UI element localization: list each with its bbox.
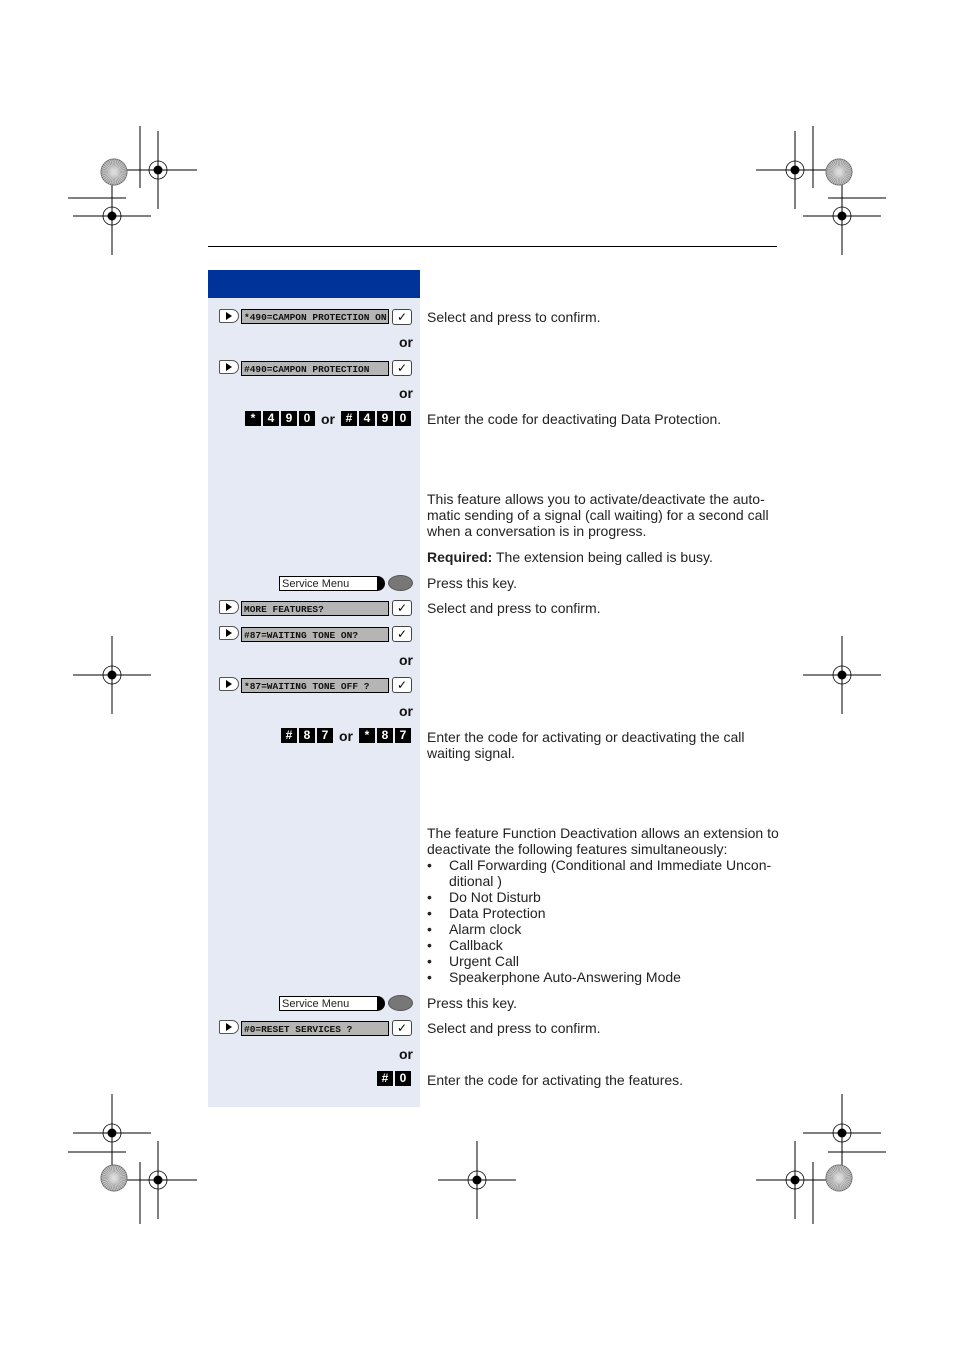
- requirement-text: Required: The extension being called is …: [427, 549, 782, 565]
- service-menu-key[interactable]: [388, 995, 413, 1011]
- feature-description: This feature allows you to activate/deac…: [427, 491, 769, 539]
- confirm-check-icon[interactable]: ✓: [392, 677, 412, 693]
- confirm-check-icon[interactable]: ✓: [392, 600, 412, 616]
- scroll-arrow-icon[interactable]: [219, 1020, 239, 1034]
- target-marks: [73, 131, 881, 1219]
- key-8[interactable]: 8: [377, 728, 393, 743]
- instruction-text: Press this key.: [427, 575, 517, 591]
- key-hash[interactable]: #: [377, 1071, 393, 1086]
- key-hash[interactable]: #: [341, 411, 357, 426]
- key-9[interactable]: 9: [281, 411, 297, 426]
- color-wheel-icon: [100, 158, 128, 186]
- bullet-icon: •: [427, 857, 432, 873]
- feature-list-item-text: Callback: [449, 937, 503, 953]
- feature-list-item-text: Call Forwarding (Conditional and Immedia…: [449, 857, 772, 873]
- registration-crosshair-icon: [803, 1094, 881, 1172]
- service-menu-key-label: Service Menu: [279, 576, 385, 591]
- key-9[interactable]: 9: [377, 411, 393, 426]
- key-0[interactable]: 0: [299, 411, 315, 426]
- feature-description: The feature Function Deactivation allows…: [427, 825, 779, 857]
- bullet-icon: •: [427, 905, 432, 921]
- registration-crosshair-icon: [756, 131, 834, 209]
- or-label: or: [399, 703, 413, 719]
- bullet-icon: •: [427, 969, 432, 985]
- display-option-campon-on[interactable]: *490=CAMPON PROTECTION ON: [241, 309, 389, 324]
- feature-list-item-text: Speakerphone Auto-Answering Mode: [449, 969, 681, 985]
- scroll-arrow-icon[interactable]: [219, 360, 239, 374]
- or-label: or: [339, 728, 353, 744]
- instruction-text: Select and press to confirm.: [427, 1020, 601, 1036]
- instruction-text: Enter the code for deactivating Data Pro…: [427, 411, 722, 427]
- registration-crosshair-icon: [73, 636, 151, 714]
- feature-list-item-text: Data Protection: [449, 905, 546, 921]
- key-star[interactable]: *: [359, 728, 375, 743]
- registration-crosshair-icon: [803, 177, 881, 255]
- or-label: or: [399, 1046, 413, 1062]
- bullet-icon: •: [427, 937, 432, 953]
- registration-crosshair-icon: [119, 131, 197, 209]
- display-option-waiting-tone-on[interactable]: #87=WAITING TONE ON?: [241, 627, 389, 642]
- feature-list-item-text: Alarm clock: [449, 921, 522, 937]
- key-7[interactable]: 7: [317, 728, 333, 743]
- instruction-text: Select and press to confirm.: [427, 600, 601, 616]
- instruction-text: Enter the code for activating the featur…: [427, 1072, 684, 1088]
- registration-crosshair-icon: [73, 1094, 151, 1172]
- required-text: The extension being called is busy.: [492, 549, 713, 565]
- feature-list-item-text: Urgent Call: [449, 953, 520, 969]
- confirm-check-icon[interactable]: ✓: [392, 309, 412, 325]
- registration-crosshair-icon: [73, 177, 151, 255]
- scroll-arrow-icon[interactable]: [219, 309, 239, 323]
- service-menu-key[interactable]: [388, 575, 413, 591]
- header-rule: [208, 246, 777, 247]
- confirm-check-icon[interactable]: ✓: [392, 360, 412, 376]
- display-option-more-features[interactable]: MORE FEATURES?: [241, 601, 389, 616]
- scroll-arrow-icon[interactable]: [219, 626, 239, 640]
- key-star[interactable]: *: [245, 411, 261, 426]
- or-label: or: [399, 385, 413, 401]
- registration-crosshair-icon: [756, 1141, 834, 1219]
- display-option-reset-services[interactable]: #0=RESET SERVICES ?: [241, 1021, 389, 1036]
- required-label: Required:: [427, 549, 493, 565]
- or-label: or: [399, 334, 413, 350]
- color-wheel-icon: [825, 1164, 853, 1192]
- confirm-check-icon[interactable]: ✓: [392, 1020, 412, 1036]
- bullet-icon: •: [427, 921, 432, 937]
- display-option-campon-off[interactable]: #490=CAMPON PROTECTION: [241, 361, 389, 376]
- key-0[interactable]: 0: [395, 1071, 411, 1086]
- key-0[interactable]: 0: [395, 411, 411, 426]
- display-option-waiting-tone-off[interactable]: *87=WAITING TONE OFF ?: [241, 678, 389, 693]
- key-4[interactable]: 4: [263, 411, 279, 426]
- bullet-icon: •: [427, 953, 432, 969]
- key-8[interactable]: 8: [299, 728, 315, 743]
- color-wheel-icon: [100, 1164, 128, 1192]
- feature-list-item-text: ditional ): [449, 873, 502, 889]
- scroll-arrow-icon[interactable]: [219, 677, 239, 691]
- instruction-text: Select and press to confirm.: [427, 309, 601, 325]
- or-label: or: [321, 411, 335, 427]
- instruction-text: Press this key.: [427, 995, 517, 1011]
- scroll-arrow-icon[interactable]: [219, 600, 239, 614]
- feature-list-item-text: Do Not Disturb: [449, 889, 541, 905]
- registration-crosshair-icon: [438, 1141, 516, 1219]
- confirm-check-icon[interactable]: ✓: [392, 626, 412, 642]
- registration-crosshair-icon: [803, 636, 881, 714]
- section-header-bar: [208, 270, 420, 298]
- key-4[interactable]: 4: [359, 411, 375, 426]
- instruction-text: Enter the code for activating or deactiv…: [427, 729, 745, 761]
- color-wheel-icon: [825, 158, 853, 186]
- key-hash[interactable]: #: [281, 728, 297, 743]
- bullet-icon: •: [427, 889, 432, 905]
- key-7[interactable]: 7: [395, 728, 411, 743]
- registration-crosshair-icon: [119, 1141, 197, 1219]
- or-label: or: [399, 652, 413, 668]
- service-menu-key-label: Service Menu: [279, 996, 385, 1011]
